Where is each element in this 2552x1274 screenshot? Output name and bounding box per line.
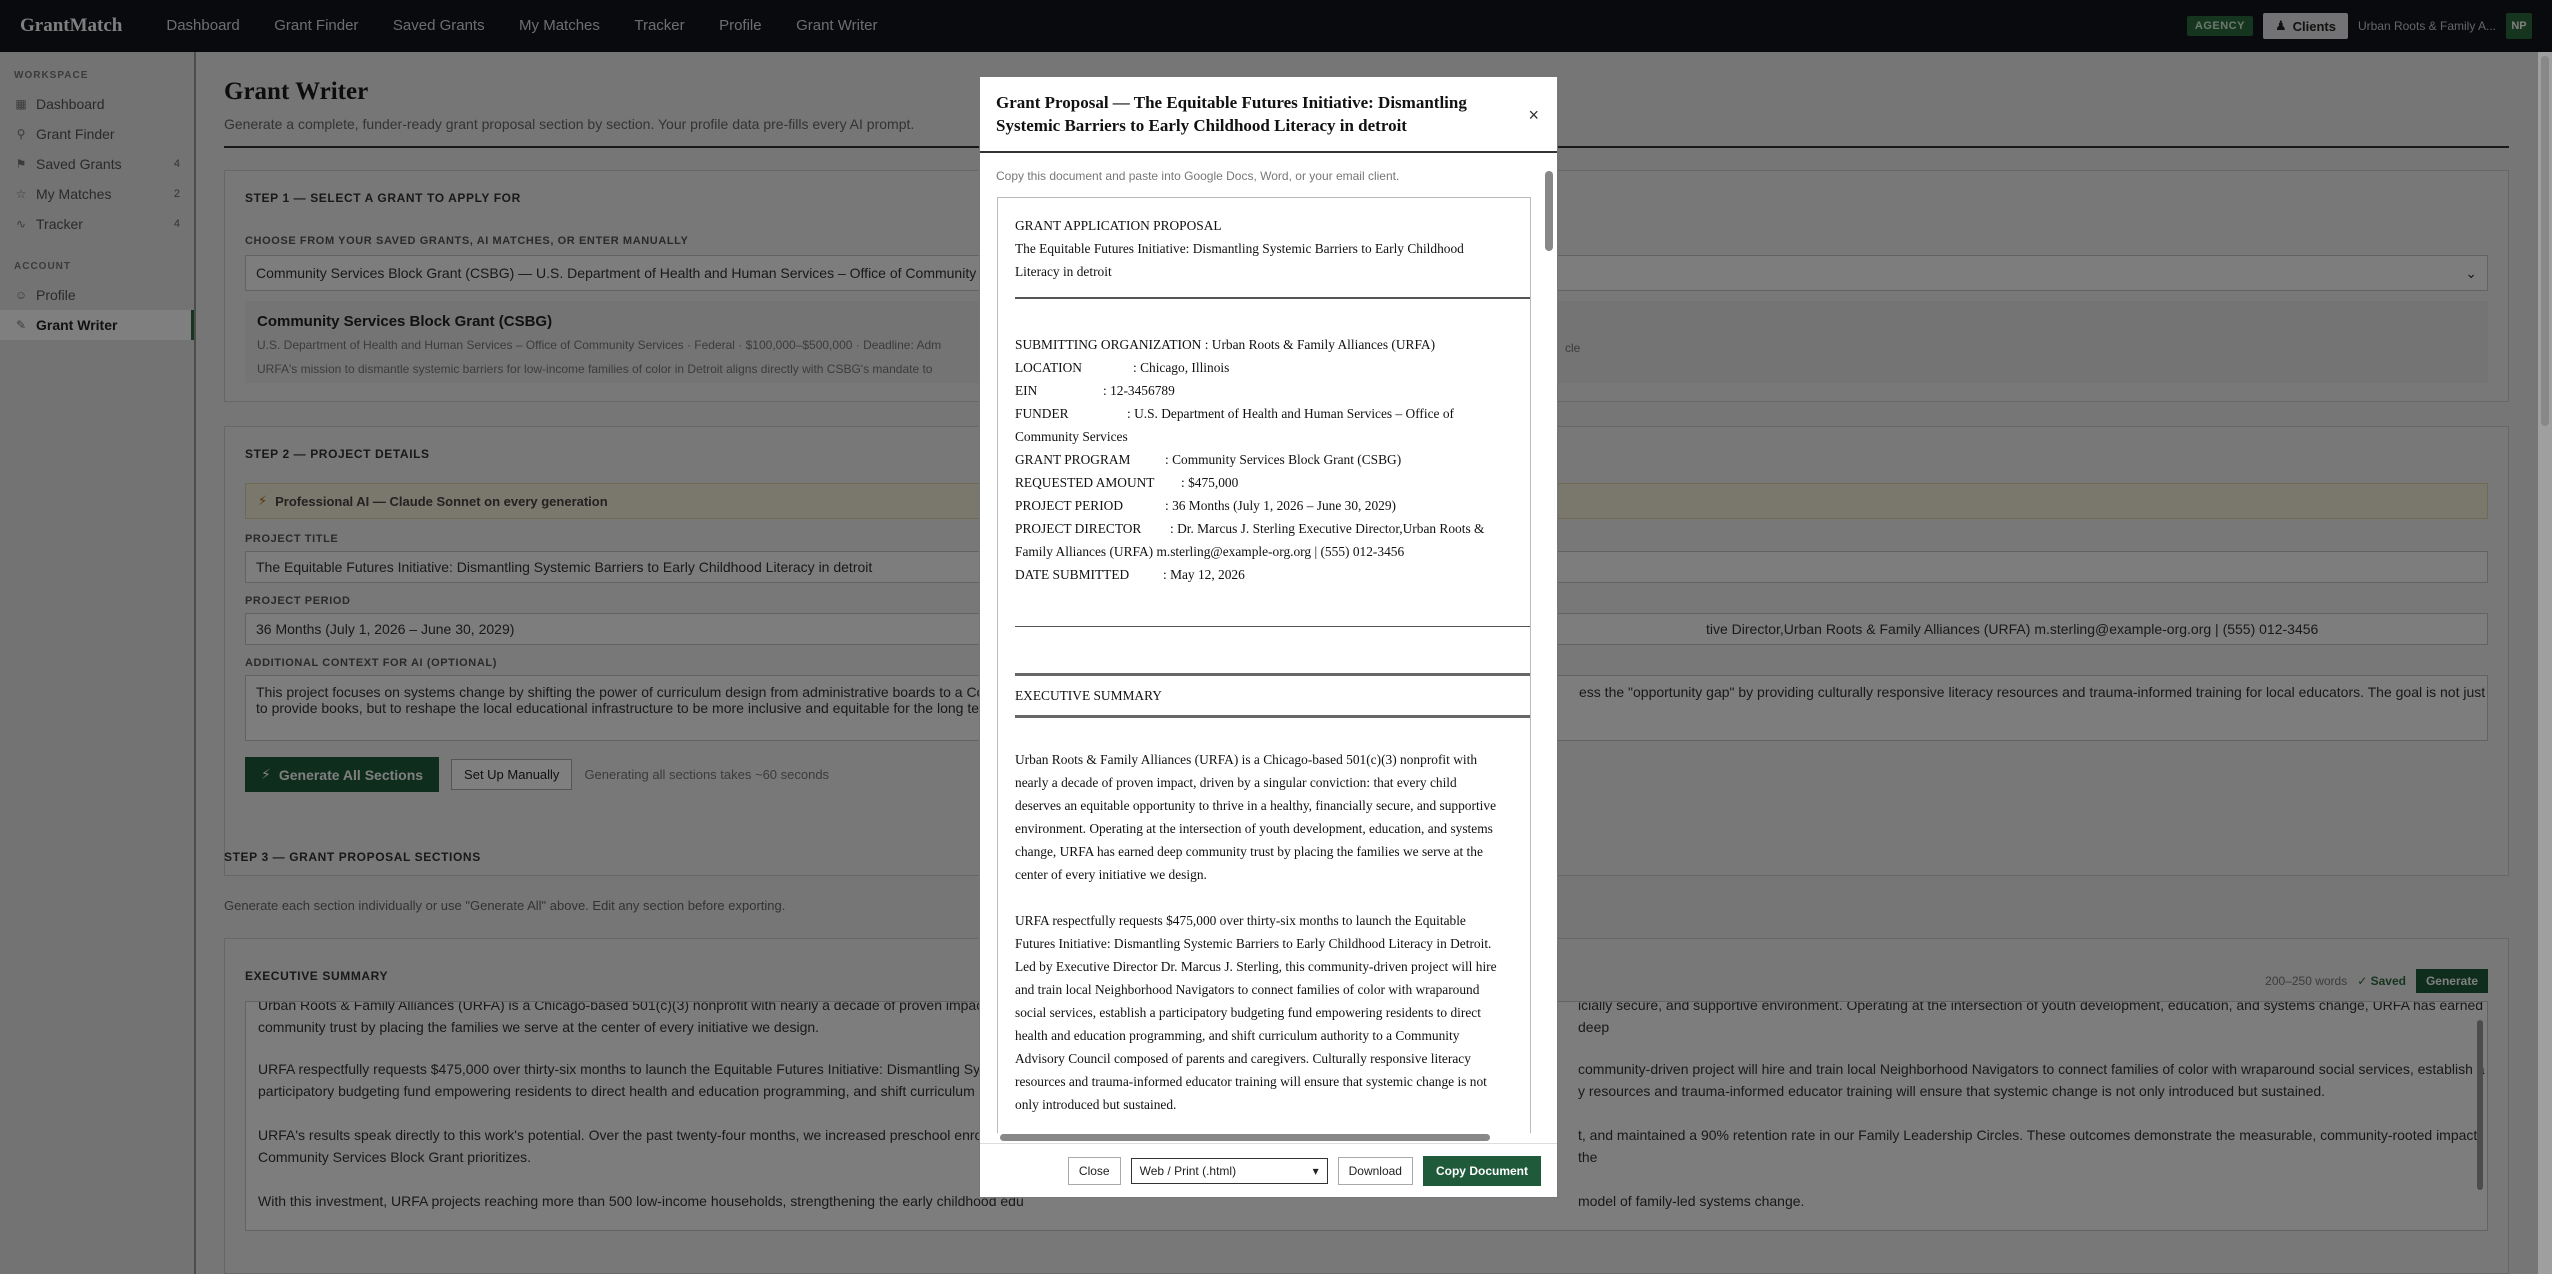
doc-field: SUBMITTING ORGANIZATION : Urban Roots & … <box>1015 337 1436 352</box>
doc-field: DATE SUBMITTED: May 12, 2026 <box>1015 567 1245 582</box>
doc-heading: GRANT APPLICATION PROPOSAL <box>1015 218 1222 233</box>
page-scrollbar[interactable] <box>2538 52 2552 1274</box>
doc-para-1: Urban Roots & Family Alliances (URFA) is… <box>1015 752 1497 882</box>
proposal-modal: Grant Proposal — The Equitable Futures I… <box>979 76 1558 1198</box>
doc-divider <box>1015 626 1530 627</box>
copy-note: Copy this document and paste into Google… <box>996 169 1400 183</box>
doc-field: FUNDER: U.S. Department of Health and Hu… <box>1015 406 1454 444</box>
close-icon[interactable]: × <box>1528 105 1539 126</box>
doc-field: LOCATION: Chicago, Illinois <box>1015 360 1230 375</box>
doc-field: EIN: 12-3456789 <box>1015 383 1175 398</box>
modal-body: Copy this document and paste into Google… <box>980 155 1557 1133</box>
doc-field: GRANT PROGRAM: Community Services Block … <box>1015 452 1402 467</box>
format-select[interactable]: Web / Print (.html) ▾ <box>1130 1157 1328 1184</box>
doc-field: REQUESTED AMOUNT: $475,000 <box>1015 475 1239 490</box>
format-select-value: Web / Print (.html) <box>1139 1163 1237 1178</box>
modal-footer: Close Web / Print (.html) ▾ Download Cop… <box>980 1143 1557 1197</box>
close-button[interactable]: Close <box>1067 1156 1121 1185</box>
doc-para-2: URFA respectfully requests $475,000 over… <box>1015 913 1497 1112</box>
doc-exec-heading: EXECUTIVE SUMMARY <box>1015 688 1162 703</box>
doc-divider <box>1015 673 1530 676</box>
doc-subheading: The Equitable Futures Initiative: Disman… <box>1015 241 1464 279</box>
modal-title: Grant Proposal — The Equitable Futures I… <box>996 93 1467 135</box>
doc-field: PROJECT DIRECTOR: Dr. Marcus J. Sterling… <box>1015 521 1485 559</box>
download-button[interactable]: Download <box>1337 1156 1413 1185</box>
doc-field: PROJECT PERIOD: 36 Months (July 1, 2026 … <box>1015 498 1396 513</box>
copy-document-button[interactable]: Copy Document <box>1422 1155 1541 1186</box>
document-preview[interactable]: GRANT APPLICATION PROPOSAL The Equitable… <box>997 197 1531 1133</box>
modal-vertical-scrollbar[interactable] <box>1543 157 1555 1132</box>
modal-horizontal-scrollbar[interactable] <box>986 1131 1536 1143</box>
doc-divider <box>1015 297 1530 299</box>
doc-divider <box>1015 715 1530 718</box>
chevron-down-icon: ▾ <box>1312 1163 1319 1178</box>
